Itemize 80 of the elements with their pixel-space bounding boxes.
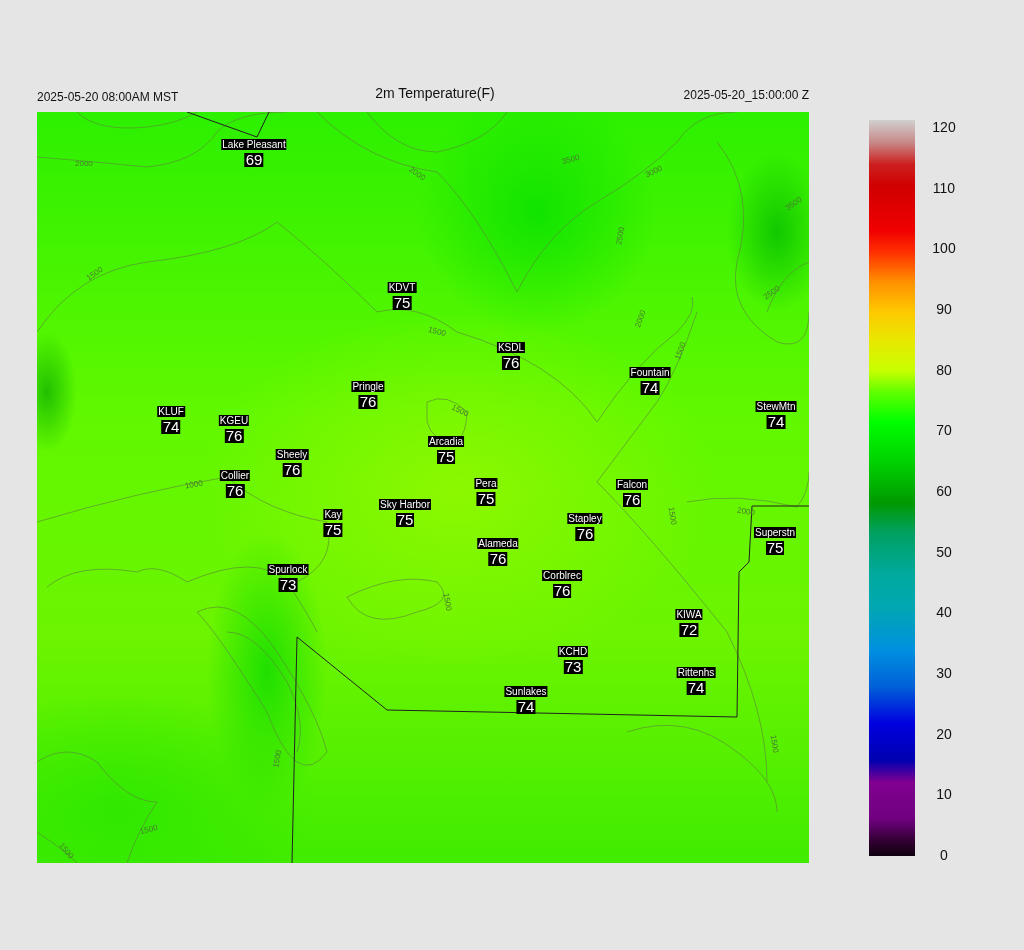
contour-label: 1500: [674, 341, 688, 361]
temperature-value: 76: [224, 429, 244, 443]
contour-label: 2000: [75, 160, 93, 168]
contour-label: 3500: [561, 153, 581, 167]
contour-label: 1500: [427, 325, 447, 339]
color-scale-tick-label: 10: [935, 786, 953, 803]
station-name-label: Kay: [323, 509, 343, 520]
temperature-value: 75: [392, 296, 412, 310]
station-name-label: Pringle: [351, 381, 385, 392]
temperature-value: 76: [552, 584, 572, 598]
temperature-value: 75: [436, 450, 456, 464]
station-name-label: Lake Pleasant: [221, 139, 287, 150]
station-name-label: Pera: [474, 478, 498, 489]
contour-label: 1500: [139, 823, 159, 837]
station-name-label: StewMtn: [755, 401, 797, 412]
temperature-value: 74: [640, 381, 660, 395]
station-name-label: Sheely: [275, 449, 309, 460]
station-name-label: KLUF: [157, 406, 185, 417]
color-scale-tick-label: 70: [935, 422, 953, 439]
station-name-label: Sunlakes: [504, 686, 548, 697]
temperature-value: 75: [323, 523, 343, 537]
temperature-value: 76: [622, 493, 642, 507]
temperature-value: 76: [225, 484, 245, 498]
utc-time-label: 2025-05-20_15:00:00 Z: [683, 88, 809, 102]
contour-label: 1500: [768, 734, 780, 754]
color-scale-tick-label: 110: [931, 179, 957, 196]
temperature-value: 75: [765, 541, 785, 555]
color-scale-tick-label: 0: [939, 846, 949, 863]
temperature-value: 75: [476, 492, 496, 506]
temperature-value: 75: [395, 513, 415, 527]
station-name-label: KIWA: [675, 609, 703, 620]
temperature-value: 76: [282, 463, 302, 477]
station-name-label: Falcon: [616, 479, 648, 490]
color-scale-tick-label: 90: [935, 300, 953, 317]
station-name-label: Alameda: [477, 538, 519, 549]
contour-label: 1500: [272, 749, 284, 769]
plot-title: 2m Temperature(F): [375, 85, 495, 101]
station-name-label: Fountain: [629, 367, 671, 378]
temperature-value: 74: [161, 420, 181, 434]
contour-label: 1500: [450, 403, 470, 419]
color-scale-tick-label: 120: [931, 119, 957, 135]
color-scale-tick-label: 40: [935, 604, 953, 621]
color-scale-tick-label: 100: [931, 240, 957, 257]
contour-label: 2000: [634, 309, 648, 329]
station-name-label: Stapley: [567, 513, 603, 524]
temperature-value: 72: [679, 623, 699, 637]
temperature-value: 76: [575, 527, 595, 541]
station-name-label: Superstn: [754, 527, 796, 538]
station-name-label: Rittenhs: [676, 667, 716, 678]
station-name-label: Collier: [219, 470, 251, 481]
station-name-label: Arcadia: [428, 436, 464, 447]
temperature-value: 74: [686, 681, 706, 695]
color-scale-tick-label: 60: [935, 482, 953, 499]
color-scale-tick-label: 30: [935, 664, 953, 681]
station-name-label: KGEU: [218, 415, 250, 426]
temperature-value: 73: [563, 660, 583, 674]
temperature-value: 74: [766, 415, 786, 429]
temperature-value: 74: [516, 700, 536, 714]
local-time-label: 2025-05-20 08:00AM MST: [37, 90, 179, 104]
color-scale-tick-label: 80: [935, 361, 953, 378]
contour-label: 1500: [666, 506, 678, 526]
temperature-value: 69: [244, 153, 264, 167]
station-name-label: KDVT: [387, 282, 417, 293]
station-name-label: KSDL: [496, 342, 526, 353]
temperature-value: 76: [488, 552, 508, 566]
contour-label: 3500: [784, 195, 804, 213]
station-name-label: Corblrec: [542, 570, 582, 581]
contour-label: 1000: [184, 479, 204, 491]
color-scale-tick-label: 20: [935, 725, 953, 742]
station-name-label: Sky Harbor: [379, 499, 431, 510]
contour-label: 1500: [441, 592, 453, 612]
color-scale-tick-label: 50: [935, 543, 953, 560]
contour-label: 2000: [736, 506, 756, 518]
station-name-label: KCHD: [557, 646, 589, 657]
temperature-value: 76: [358, 395, 378, 409]
contour-label: 3000: [644, 164, 664, 180]
temperature-value: 76: [501, 356, 521, 370]
temperature-value: 73: [278, 578, 298, 592]
station-name-label: Spurlock: [267, 564, 309, 575]
contour-label: 2500: [615, 226, 627, 246]
